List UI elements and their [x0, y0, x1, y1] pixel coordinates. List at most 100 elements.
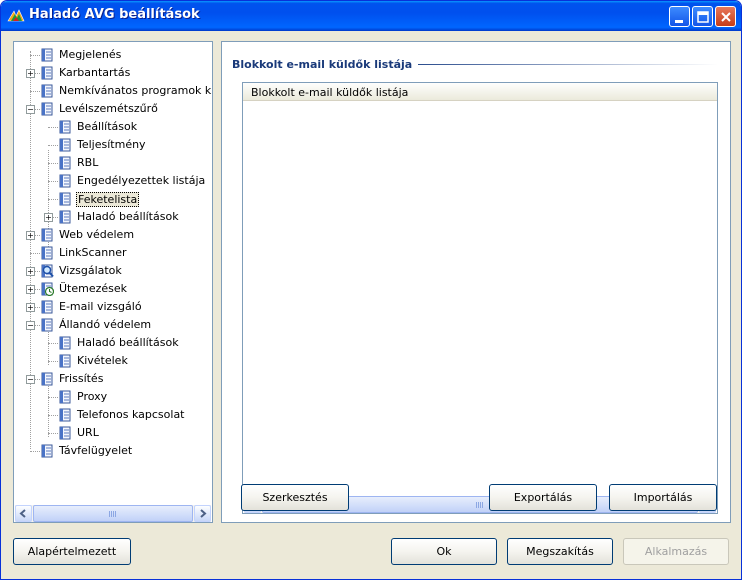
tree-item[interactable]: + Vizsgálatok [14, 262, 212, 280]
title-bar[interactable]: Haladó AVG beállítások [1, 1, 741, 31]
tree-item[interactable]: + Haladó beállítások [14, 208, 212, 226]
expand-icon[interactable]: + [26, 69, 35, 78]
tree-item[interactable]: Telefonos kapcsolat [14, 406, 212, 424]
defaults-button[interactable]: Alapértelmezett [13, 538, 131, 565]
tree-item[interactable]: + Web védelem [14, 226, 212, 244]
minimize-icon [675, 20, 683, 23]
collapse-icon[interactable]: − [26, 321, 35, 330]
settings-page-icon [41, 246, 53, 260]
tree-item[interactable]: Feketelista [14, 190, 212, 208]
section-divider [418, 64, 718, 65]
settings-tree-panel: Megjelenés + Karbantartás Nemkívánatos prog… [13, 41, 213, 523]
tree-connector [48, 127, 58, 128]
tree-item-label: Karbantartás [59, 66, 131, 79]
tree-item-label: Proxy [77, 390, 108, 403]
tree-item[interactable]: RBL [14, 154, 212, 172]
settings-page-icon [41, 372, 53, 386]
tree-item[interactable]: − Frissítés [14, 370, 212, 388]
tree-horizontal-scrollbar[interactable] [15, 505, 211, 522]
tree-item-label: Megjelenés [59, 48, 122, 61]
tree-item[interactable]: Megjelenés [14, 46, 212, 64]
tree-item-label: Nemkívánatos programok kivételei [59, 84, 212, 97]
settings-page-icon [59, 336, 71, 350]
settings-window: Haladó AVG beállítások Megjelenés + Karban… [0, 0, 742, 580]
scroll-thumb[interactable] [33, 505, 193, 522]
tree-item-label: Vizsgálatok [59, 264, 122, 277]
tree-item[interactable]: Nemkívánatos programok kivételei [14, 82, 212, 100]
arrow-right-icon [200, 509, 207, 518]
settings-page-icon [41, 300, 53, 314]
expand-icon[interactable]: + [26, 267, 35, 276]
blocked-senders-list[interactable]: Blokkolt e-mail küldők listája [242, 82, 718, 514]
settings-page-icon [59, 390, 71, 404]
tree-item[interactable]: LinkScanner [14, 244, 212, 262]
collapse-icon[interactable]: − [26, 375, 35, 384]
tree-connector [48, 145, 58, 146]
cancel-button[interactable]: Megszakítás [507, 538, 613, 565]
tree-item[interactable]: Beállítások [14, 118, 212, 136]
tree-item[interactable]: URL [14, 424, 212, 442]
tree-item[interactable]: Teljesítmény [14, 136, 212, 154]
tree-item-label: Kivételek [77, 354, 128, 367]
tree-connector [48, 343, 58, 344]
tree-item-label: Feketelista [76, 192, 140, 207]
tree-item-label: Ütemezések [59, 282, 128, 295]
maximize-button[interactable] [692, 6, 713, 27]
column-header-label: Blokkolt e-mail küldők listája [251, 86, 409, 99]
tree-item[interactable]: − Állandó védelem [14, 316, 212, 334]
settings-page-icon [59, 210, 71, 224]
tree-item-label: Telefonos kapcsolat [77, 408, 185, 421]
tree-connector [30, 451, 40, 452]
tree-connector [48, 163, 58, 164]
settings-page-icon [41, 66, 53, 80]
settings-tree[interactable]: Megjelenés + Karbantartás Nemkívánatos prog… [14, 42, 212, 504]
settings-page-icon [59, 156, 71, 170]
tree-connector [48, 181, 58, 182]
tree-connector [48, 415, 58, 416]
tree-item-label: Web védelem [59, 228, 135, 241]
tree-item[interactable]: Távfelügyelet [14, 442, 212, 460]
expand-icon[interactable]: + [26, 303, 35, 312]
tree-item[interactable]: + E-mail vizsgáló [14, 298, 212, 316]
scroll-right-button[interactable] [194, 505, 211, 522]
collapse-icon[interactable]: − [26, 105, 35, 114]
avg-logo-icon [7, 9, 25, 22]
tree-item-label: URL [77, 426, 99, 439]
scroll-left-button[interactable] [15, 505, 32, 522]
expand-icon[interactable]: + [44, 213, 53, 222]
settings-page-icon [41, 444, 53, 458]
tree-connector [48, 433, 58, 434]
tree-item[interactable]: Engedélyezettek listája [14, 172, 212, 190]
ok-button[interactable]: Ok [391, 538, 497, 565]
column-header[interactable]: Blokkolt e-mail küldők listája [243, 83, 717, 101]
import-button[interactable]: Importálás [609, 484, 717, 511]
minimize-button[interactable] [669, 6, 690, 27]
tree-item[interactable]: + Karbantartás [14, 64, 212, 82]
edit-button[interactable]: Szerkesztés [241, 484, 349, 511]
apply-button[interactable]: Alkalmazás [623, 538, 729, 565]
tree-item[interactable]: + Ütemezések [14, 280, 212, 298]
settings-page-icon [59, 408, 71, 422]
settings-page-icon [41, 48, 53, 62]
tree-item-label: Frissítés [59, 372, 104, 385]
settings-page-icon [41, 318, 53, 332]
tree-item-label: E-mail vizsgáló [59, 300, 142, 313]
tree-item[interactable]: Kivételek [14, 352, 212, 370]
close-button[interactable] [715, 6, 736, 27]
tree-item[interactable]: Proxy [14, 388, 212, 406]
tree-item[interactable]: Haladó beállítások [14, 334, 212, 352]
tree-item-label: Haladó beállítások [77, 210, 179, 223]
settings-page-icon [41, 84, 53, 98]
tree-item-label: Haladó beállítások [77, 336, 179, 349]
tree-connector [30, 253, 40, 254]
export-button[interactable]: Exportálás [489, 484, 597, 511]
settings-page-icon [59, 174, 71, 188]
tree-item[interactable]: − Levélszemétszűrő [14, 100, 212, 118]
tree-item-label: Teljesítmény [77, 138, 146, 151]
tree-item-label: LinkScanner [59, 246, 127, 259]
magnifier-icon [41, 264, 54, 278]
expand-icon[interactable]: + [26, 285, 35, 294]
expand-icon[interactable]: + [26, 231, 35, 240]
settings-page-icon [59, 354, 71, 368]
tree-connector [48, 361, 58, 362]
